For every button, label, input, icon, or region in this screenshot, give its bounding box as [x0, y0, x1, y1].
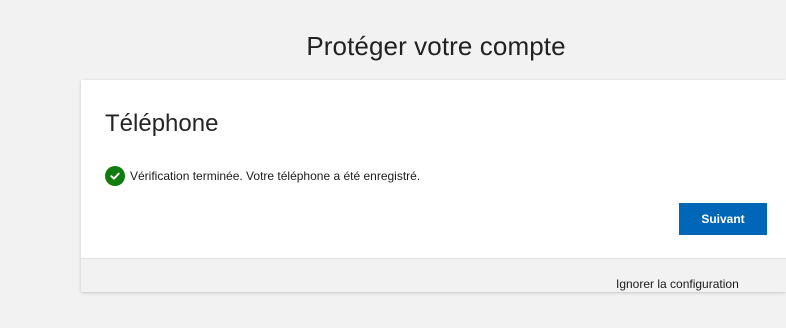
card-heading: Téléphone: [105, 110, 219, 137]
status-message: Vérification terminée. Votre téléphone a…: [105, 166, 420, 186]
page-title: Protéger votre compte: [306, 31, 566, 61]
card-footer: Ignorer la configuration: [81, 258, 786, 292]
status-text: Vérification terminée. Votre téléphone a…: [130, 169, 421, 183]
checkmark-circle-icon: [105, 166, 125, 186]
setup-card: Téléphone Vérification terminée. Votre t…: [81, 80, 786, 292]
skip-setup-link[interactable]: Ignorer la configuration: [616, 277, 739, 291]
next-button[interactable]: Suivant: [679, 203, 767, 235]
